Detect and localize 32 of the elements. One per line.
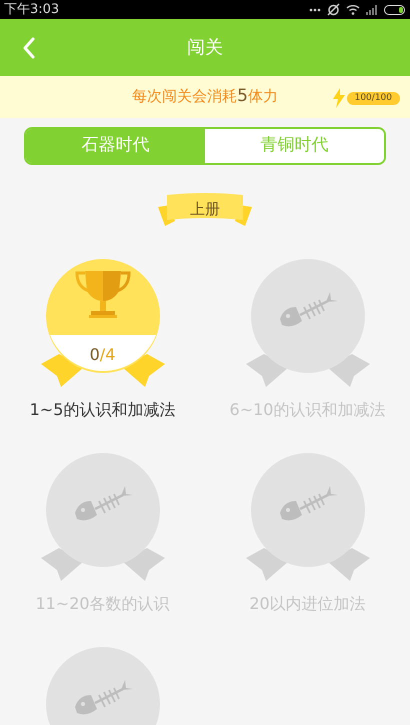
ribbon-tail <box>122 354 164 387</box>
page-title: 闯关 <box>187 36 223 60</box>
fish-bone-icon <box>280 292 338 326</box>
fish-bone-icon <box>280 486 338 520</box>
battery-icon <box>384 4 406 14</box>
signal-icon <box>366 4 378 14</box>
volume-label: 上册 <box>189 199 221 220</box>
wifi-icon <box>346 4 360 15</box>
progress-count: 0/4 <box>88 344 116 366</box>
more-icon <box>309 8 321 12</box>
lightning-icon <box>332 88 346 108</box>
trophy-icon <box>75 271 130 318</box>
ribbon-tail <box>246 548 288 581</box>
ribbon-tail <box>246 354 288 387</box>
energy-notice: 每次闯关会消耗5体力 <box>132 85 278 108</box>
ribbon-tail <box>122 548 164 581</box>
alarm-off-icon <box>327 3 340 16</box>
energy-count: 100/100 <box>346 92 400 104</box>
era-tab[interactable]: 石器时代 <box>26 129 205 163</box>
back-icon <box>23 37 35 59</box>
fish-bone-icon <box>74 486 132 520</box>
medal-disc[interactable] <box>250 453 364 567</box>
medal-disc[interactable] <box>250 259 364 373</box>
era-tab[interactable]: 青铜时代 <box>205 129 384 163</box>
level-title: 1~5的认识和加减法 <box>30 399 176 421</box>
ribbon-tail <box>326 548 370 581</box>
status-time: 下午3:03 <box>4 3 60 16</box>
fish-bone-icon <box>74 680 132 714</box>
ribbon-tail <box>40 548 84 581</box>
ribbon-tail <box>326 354 370 387</box>
medal-disc[interactable] <box>46 453 160 567</box>
ribbon-tail <box>40 354 84 387</box>
